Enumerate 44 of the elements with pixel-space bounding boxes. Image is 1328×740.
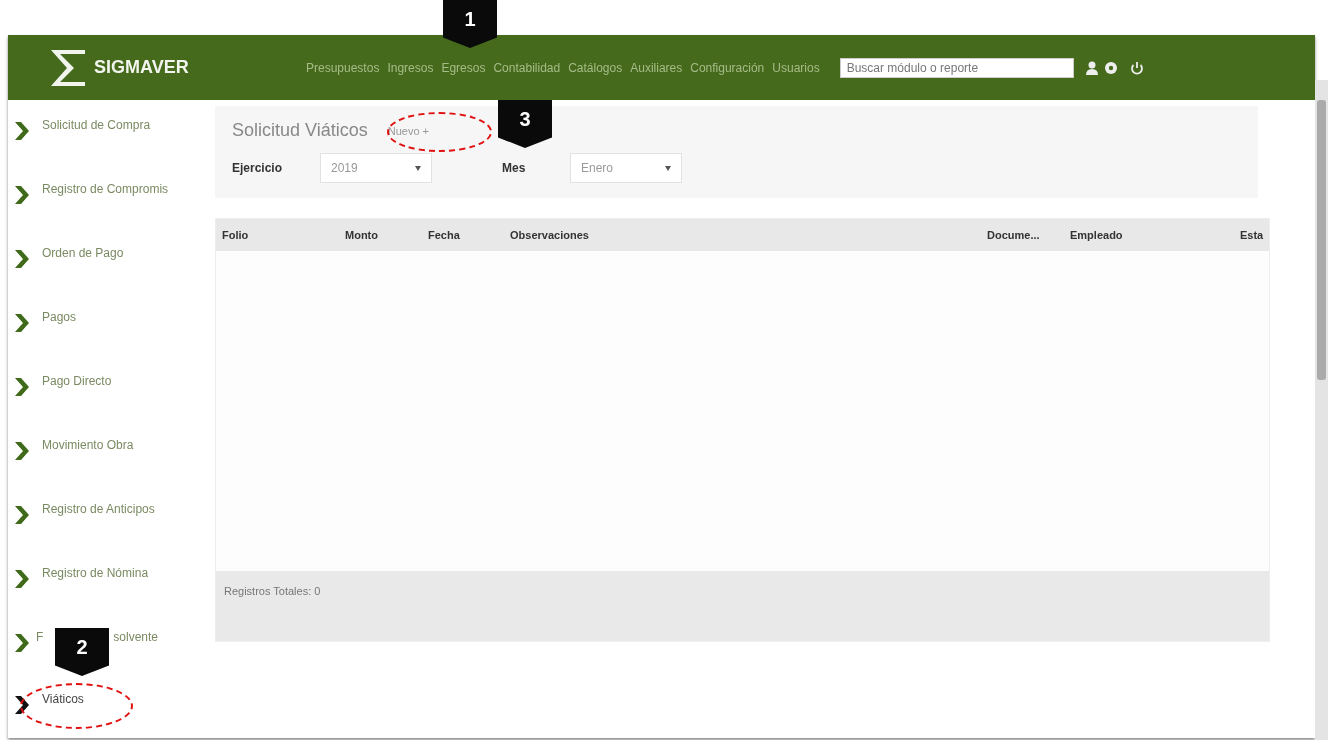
callout-badge: 2 (55, 628, 109, 676)
column-header[interactable]: Fecha (422, 229, 504, 241)
sidebar-link[interactable]: Registro de Anticipos (42, 502, 155, 516)
user-icon[interactable] (1085, 60, 1098, 75)
search-field[interactable]: Buscar módulo o reporte (839, 57, 1074, 78)
nav-link[interactable]: Contabilidad (493, 60, 561, 75)
filter-label: Ejercicio (232, 161, 284, 175)
callout-badge: 1 (443, 0, 497, 48)
nav-link[interactable]: Configuración (690, 60, 765, 75)
settings-icon[interactable] (1103, 60, 1118, 75)
sidebar-link[interactable]: F (36, 630, 44, 644)
nav-link[interactable]: Catálogos (568, 60, 623, 75)
nav-link[interactable]: Usuarios (772, 60, 820, 75)
sidebar-link[interactable]: Viáticos (42, 692, 84, 706)
nav-link[interactable]: Presupuestos (306, 60, 380, 75)
sidebar-link[interactable]: Pago Directo (42, 374, 112, 388)
sidebar-link[interactable]: Orden de Pago (42, 246, 124, 260)
select-field[interactable]: 2019 (320, 153, 432, 183)
select-field[interactable]: Enero (570, 153, 682, 183)
caret-icon (665, 165, 671, 171)
column-header[interactable]: Empleado (1064, 229, 1234, 241)
scrollbar[interactable] (1315, 80, 1328, 740)
brand-name: SIGMAVER (94, 57, 189, 78)
sidebar-link[interactable]: solvente (113, 630, 159, 644)
new-button[interactable]: Nuevo + (381, 122, 436, 139)
column-header[interactable]: Esta (1234, 229, 1269, 241)
nav-link[interactable]: Ingresos (387, 60, 434, 75)
column-header[interactable]: Monto (339, 229, 422, 241)
column-header[interactable]: Observaciones (504, 229, 981, 241)
sidebar-link[interactable]: Pagos (42, 310, 77, 324)
sidebar-link[interactable]: Movimiento Obra (42, 438, 134, 452)
callout-badge: 3 (498, 100, 552, 148)
column-header[interactable]: Folio (216, 229, 339, 241)
table-footer: Registros Totales: 0 (216, 571, 1269, 641)
column-header[interactable]: Docume... (981, 229, 1064, 241)
nav-link[interactable]: Auxiliares (630, 60, 683, 75)
sidebar-link[interactable]: Solicitud de Compra (42, 118, 151, 132)
nav-link[interactable]: Egresos (441, 60, 486, 75)
caret-icon (415, 165, 421, 171)
sidebar-link[interactable]: Registro de Nómina (42, 566, 149, 580)
filter-label: Mes (502, 161, 527, 175)
sidebar-link[interactable]: Registro de Compromis (42, 182, 169, 196)
power-icon[interactable] (1129, 60, 1144, 75)
panel-title: Solicitud Viáticos (232, 120, 368, 141)
